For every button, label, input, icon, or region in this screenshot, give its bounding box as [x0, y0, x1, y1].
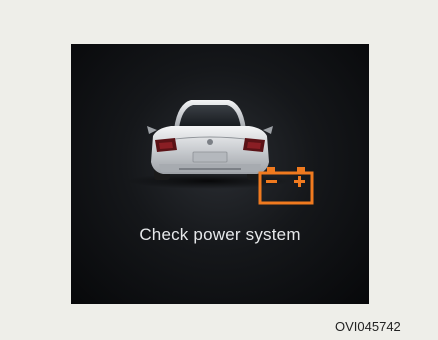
figure-code: OVI045742 — [335, 319, 401, 334]
battery-icon — [258, 167, 314, 205]
figure-frame: Check power system OVI045742 — [0, 0, 438, 340]
cluster-display: Check power system — [71, 44, 369, 304]
car-rear-icon — [127, 100, 291, 189]
warning-message: Check power system — [139, 225, 301, 244]
